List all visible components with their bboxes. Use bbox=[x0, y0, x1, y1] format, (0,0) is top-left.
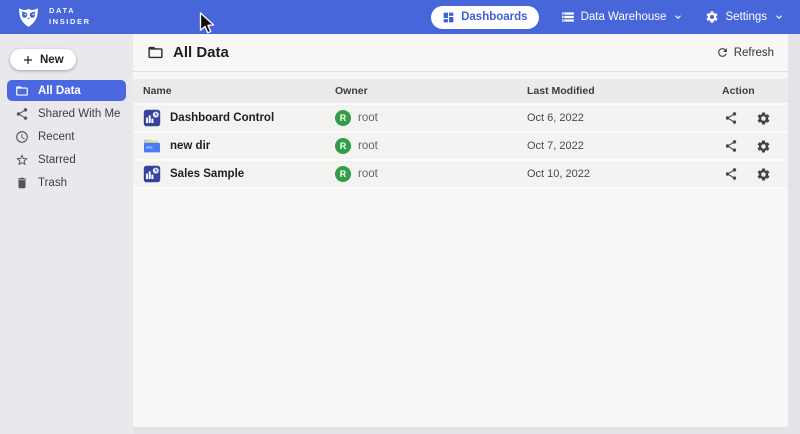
owner-cell: R root bbox=[325, 110, 517, 126]
clock-icon bbox=[15, 130, 29, 144]
top-navbar: DATA INSIDER Dashboards Data W bbox=[0, 0, 800, 34]
owl-logo-icon bbox=[16, 5, 41, 30]
table-row[interactable]: Sales Sample R root Oct 10, 2022 bbox=[133, 161, 788, 189]
column-header-owner: Owner bbox=[325, 85, 517, 97]
file-name: Dashboard Control bbox=[170, 112, 274, 124]
share-icon[interactable] bbox=[724, 111, 738, 125]
sidebar: New All Data Shared With Me Recent bbox=[0, 34, 133, 434]
last-modified-cell: Oct 10, 2022 bbox=[517, 168, 712, 180]
page-title: All Data bbox=[173, 44, 229, 61]
star-icon bbox=[15, 153, 29, 167]
brand-line-2: INSIDER bbox=[49, 17, 91, 28]
dashboard-file-icon bbox=[143, 109, 161, 127]
dashboards-label: Dashboards bbox=[461, 11, 527, 23]
owner-avatar: R bbox=[335, 166, 351, 182]
trash-icon bbox=[15, 176, 29, 190]
refresh-button[interactable]: Refresh bbox=[716, 46, 774, 59]
action-cell bbox=[712, 167, 788, 182]
dashboard-file-icon bbox=[143, 165, 161, 183]
action-cell bbox=[712, 139, 788, 154]
file-name: Sales Sample bbox=[170, 168, 244, 180]
plus-icon bbox=[22, 54, 34, 66]
sidebar-item-label: All Data bbox=[38, 85, 81, 97]
sidebar-item-starred[interactable]: Starred bbox=[7, 149, 126, 170]
table-row[interactable]: new dir R root Oct 7, 2022 bbox=[133, 133, 788, 161]
sidebar-item-label: Trash bbox=[38, 177, 67, 189]
new-button[interactable]: New bbox=[10, 49, 76, 70]
chevron-down-icon bbox=[673, 12, 683, 22]
folder-icon bbox=[15, 84, 29, 98]
gear-icon bbox=[705, 10, 719, 24]
table-row[interactable]: Dashboard Control R root Oct 6, 2022 bbox=[133, 105, 788, 133]
chevron-down-icon bbox=[774, 12, 784, 22]
table-header-row: Name Owner Last Modified Action bbox=[133, 79, 788, 105]
new-button-label: New bbox=[40, 54, 64, 66]
gear-icon[interactable] bbox=[756, 139, 771, 154]
navbar-menu: Dashboards Data Warehouse bbox=[431, 6, 784, 29]
brand-line-1: DATA bbox=[49, 6, 91, 17]
owner-cell: R root bbox=[325, 166, 517, 182]
share-icon[interactable] bbox=[724, 139, 738, 153]
column-header-action: Action bbox=[712, 85, 788, 97]
sidebar-item-all-data[interactable]: All Data bbox=[7, 80, 126, 101]
owner-cell: R root bbox=[325, 138, 517, 154]
sidebar-nav: All Data Shared With Me Recent Starred bbox=[0, 80, 133, 193]
file-name-cell: Sales Sample bbox=[133, 165, 325, 183]
sidebar-item-label: Shared With Me bbox=[38, 108, 120, 120]
sidebar-item-shared-with-me[interactable]: Shared With Me bbox=[7, 103, 126, 124]
settings-label: Settings bbox=[725, 11, 767, 23]
app-window: DATA INSIDER Dashboards Data W bbox=[0, 0, 800, 434]
settings-menu[interactable]: Settings bbox=[705, 10, 784, 24]
owner-name: root bbox=[358, 168, 378, 180]
last-modified-cell: Oct 7, 2022 bbox=[517, 140, 712, 152]
table-body: Dashboard Control R root Oct 6, 2022 bbox=[133, 105, 788, 189]
folder-icon bbox=[147, 44, 164, 61]
title-wrap: All Data bbox=[147, 44, 229, 61]
file-table: Name Owner Last Modified Action bbox=[133, 79, 788, 189]
dashboard-grid-icon bbox=[442, 11, 455, 24]
share-icon[interactable] bbox=[724, 167, 738, 181]
sidebar-item-recent[interactable]: Recent bbox=[7, 126, 126, 147]
file-name-cell: new dir bbox=[133, 137, 325, 155]
gear-icon[interactable] bbox=[756, 167, 771, 182]
gear-icon[interactable] bbox=[756, 111, 771, 126]
sidebar-item-trash[interactable]: Trash bbox=[7, 172, 126, 193]
data-warehouse-label: Data Warehouse bbox=[581, 11, 667, 23]
dashboards-button[interactable]: Dashboards bbox=[431, 6, 538, 29]
owner-name: root bbox=[358, 112, 378, 124]
file-name: new dir bbox=[170, 140, 210, 152]
sidebar-item-label: Starred bbox=[38, 154, 76, 166]
action-cell bbox=[712, 111, 788, 126]
sidebar-item-label: Recent bbox=[38, 131, 74, 143]
refresh-label: Refresh bbox=[734, 47, 774, 59]
column-header-name: Name bbox=[133, 85, 325, 97]
file-name-cell: Dashboard Control bbox=[133, 109, 325, 127]
owner-avatar: R bbox=[335, 138, 351, 154]
content-header: All Data Refresh bbox=[133, 34, 788, 72]
owner-avatar: R bbox=[335, 110, 351, 126]
database-icon bbox=[561, 10, 575, 24]
data-warehouse-menu[interactable]: Data Warehouse bbox=[561, 10, 684, 24]
brand: DATA INSIDER bbox=[16, 5, 91, 30]
brand-text: DATA INSIDER bbox=[49, 6, 91, 28]
last-modified-cell: Oct 6, 2022 bbox=[517, 112, 712, 124]
folder-file-icon bbox=[143, 137, 161, 155]
column-header-last-modified: Last Modified bbox=[517, 85, 712, 97]
share-icon bbox=[15, 107, 29, 121]
owner-name: root bbox=[358, 140, 378, 152]
refresh-icon bbox=[716, 46, 729, 59]
main-content: All Data Refresh Name Owner Last Modifie… bbox=[133, 34, 788, 427]
